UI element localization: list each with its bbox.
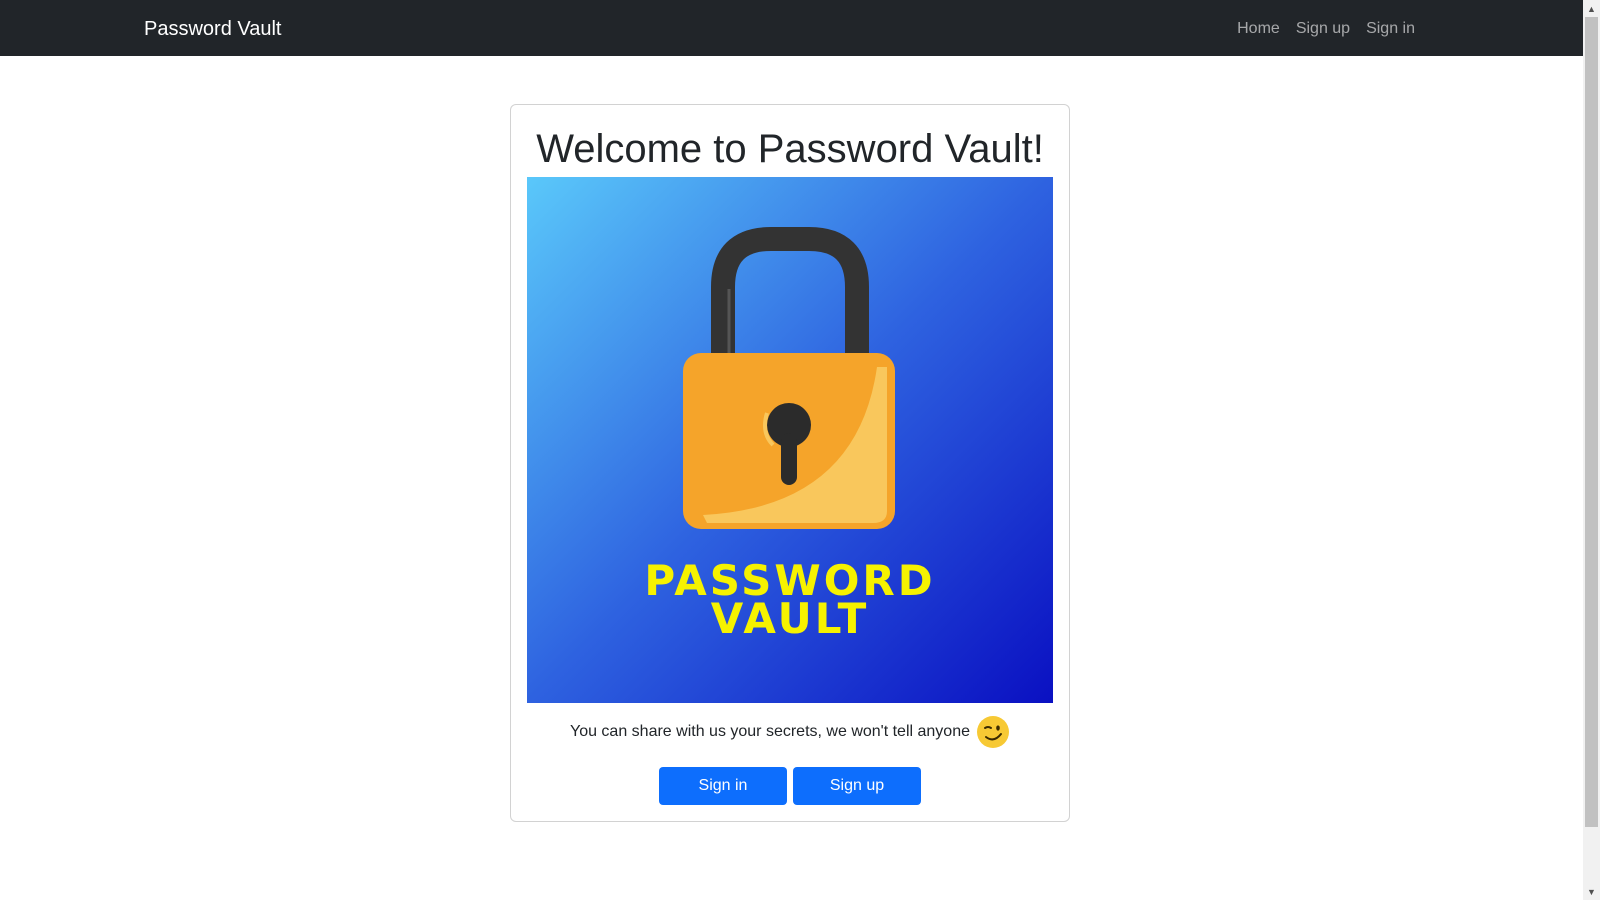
action-buttons: Sign in Sign up xyxy=(511,767,1069,805)
vertical-scrollbar[interactable]: ▲ ▼ xyxy=(1583,0,1600,900)
nav-link-sign-up[interactable]: Sign up xyxy=(1296,18,1350,40)
padlock-logo-icon: PASSWORD VAULT xyxy=(527,177,1053,703)
page-title: Welcome to Password Vault! xyxy=(536,127,1044,171)
welcome-card: Welcome to Password Vault! PASSWORD VAUL… xyxy=(510,104,1070,822)
hero-text-line2: VAULT xyxy=(711,594,869,643)
navbar: Password Vault Home Sign up Sign in xyxy=(0,0,1583,56)
navbar-brand[interactable]: Password Vault xyxy=(144,16,281,42)
nav-link-home[interactable]: Home xyxy=(1237,18,1280,40)
nav-links: Home Sign up Sign in xyxy=(1237,18,1415,40)
hero-image: PASSWORD VAULT xyxy=(527,177,1053,703)
nav-link-sign-in[interactable]: Sign in xyxy=(1366,18,1415,40)
winking-face-icon xyxy=(977,716,1009,748)
scroll-up-icon[interactable]: ▲ xyxy=(1583,0,1600,17)
tagline: You can share with us your secrets, we w… xyxy=(569,723,970,740)
scroll-thumb[interactable] xyxy=(1585,17,1598,827)
tagline-row: You can share with us your secrets, we w… xyxy=(511,715,1069,749)
scroll-down-icon[interactable]: ▼ xyxy=(1583,883,1600,900)
sign-up-button[interactable]: Sign up xyxy=(793,767,921,805)
sign-in-button[interactable]: Sign in xyxy=(659,767,787,805)
